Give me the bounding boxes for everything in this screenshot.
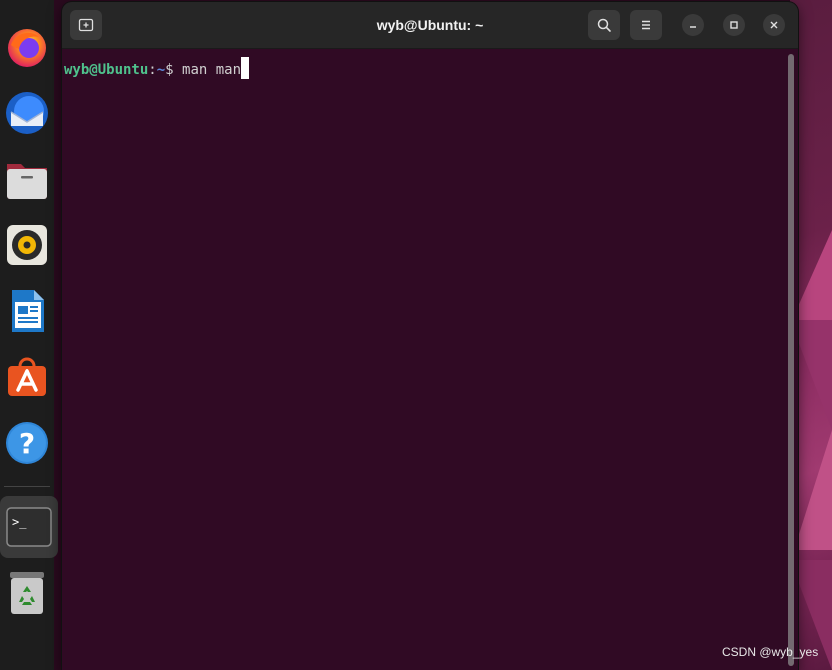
dock-item-rhythmbox[interactable] bbox=[4, 222, 50, 268]
help-glyph: ? bbox=[19, 427, 35, 460]
dock-item-ubuntu-software[interactable] bbox=[4, 354, 50, 400]
dock-separator bbox=[4, 486, 50, 487]
prompt-line: wyb@Ubuntu:~$ man man bbox=[64, 57, 250, 79]
firefox-icon bbox=[8, 29, 46, 67]
titlebar: wyb@Ubuntu: ~ bbox=[62, 2, 798, 49]
dock-item-firefox[interactable] bbox=[4, 24, 50, 70]
help-icon: ? bbox=[6, 422, 48, 464]
ubuntu-software-icon bbox=[8, 357, 46, 396]
minimize-button[interactable] bbox=[682, 14, 704, 36]
prompt-colon: : bbox=[148, 62, 157, 78]
new-tab-icon bbox=[78, 18, 94, 32]
text-cursor bbox=[241, 57, 250, 79]
scrollbar[interactable] bbox=[788, 54, 794, 666]
search-icon bbox=[597, 18, 611, 32]
hamburger-menu-icon bbox=[642, 20, 650, 30]
files-icon bbox=[7, 164, 47, 199]
menu-button[interactable] bbox=[630, 10, 662, 40]
search-button[interactable] bbox=[588, 10, 620, 40]
prompt-user-host: wyb@Ubuntu bbox=[64, 62, 149, 78]
dock-item-terminal[interactable]: >_ bbox=[0, 496, 58, 558]
rhythmbox-icon bbox=[7, 225, 47, 265]
watermark: CSDN @wyb_yes bbox=[722, 645, 819, 659]
dock-item-trash[interactable] bbox=[4, 570, 50, 616]
dock: ? >_ bbox=[0, 0, 58, 670]
terminal-output[interactable]: wyb@Ubuntu:~$ man man bbox=[62, 49, 798, 670]
libreoffice-writer-icon bbox=[12, 290, 44, 332]
terminal-glyph: >_ bbox=[12, 515, 27, 529]
thunderbird-icon bbox=[6, 92, 48, 134]
wallpaper-shape bbox=[794, 430, 832, 550]
maximize-icon bbox=[730, 21, 738, 29]
close-icon bbox=[770, 21, 778, 29]
dock-item-thunderbird[interactable] bbox=[4, 90, 50, 136]
maximize-button[interactable] bbox=[723, 14, 745, 36]
command-text: man man bbox=[182, 62, 242, 78]
prompt-symbol: $ bbox=[165, 62, 183, 78]
prompt-path: ~ bbox=[156, 62, 166, 78]
new-tab-button[interactable] bbox=[70, 10, 102, 40]
close-button[interactable] bbox=[763, 14, 785, 36]
terminal-window: wyb@Ubuntu: ~ wyb@Ubuntu:~$ man man bbox=[62, 2, 798, 670]
dock-item-libreoffice-writer[interactable] bbox=[4, 288, 50, 334]
terminal-icon: >_ bbox=[6, 507, 52, 547]
dock-item-help[interactable]: ? bbox=[4, 420, 50, 466]
dock-item-files[interactable] bbox=[4, 156, 50, 202]
wallpaper-shape bbox=[792, 230, 832, 320]
minimize-icon bbox=[690, 26, 696, 28]
trash-icon bbox=[10, 572, 44, 614]
